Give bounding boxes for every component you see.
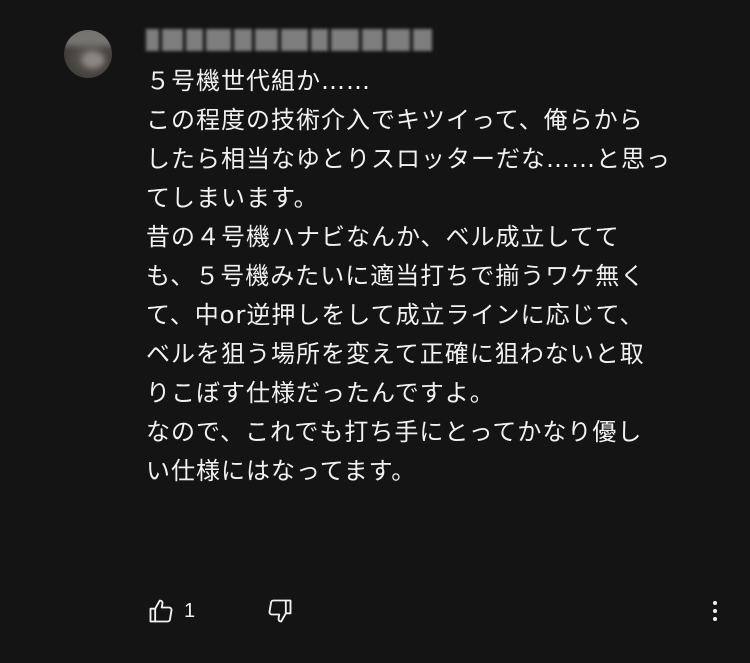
comment-line: て、中or逆押しをして成立ラインに応じて、 [146, 301, 645, 329]
comment-actions: 1 [146, 596, 295, 626]
comment-line: ５号機世代組か…… [146, 67, 371, 95]
more-vertical-icon [713, 609, 717, 613]
comment-line: りこぼす仕様だったんですよ。 [146, 379, 495, 407]
comment-line: も、５号機みたいに適当打ちで揃うワケ無く [146, 262, 646, 290]
comment-line: したら相当なゆとりスロッターだな……と思っ [146, 145, 671, 173]
comment-line: なので、これでも打ち手にとってかなり優し [146, 418, 643, 446]
comment-line: い仕様にはなってます。 [146, 457, 417, 485]
more-vertical-icon [713, 617, 717, 621]
more-vertical-icon [713, 601, 717, 605]
comment-author-name[interactable] [146, 29, 433, 51]
like-count: 1 [184, 599, 196, 622]
like-button[interactable] [146, 596, 176, 626]
thumbs-up-icon [149, 599, 173, 623]
comment-line: この程度の技術介入でキツイって、俺らから [146, 106, 644, 134]
comment-line: てしまいます。 [146, 184, 319, 212]
comment-text: ５号機世代組か…… この程度の技術介入でキツイって、俺らから したら相当なゆとり… [146, 62, 716, 491]
comment-line: ベルを狙う場所を変えて正確に狙わないと取 [146, 340, 645, 368]
comment-line: 昔の４号機ハナビなんか、ベル成立してて [146, 223, 620, 251]
thumbs-down-icon [268, 599, 292, 623]
dislike-button[interactable] [265, 596, 295, 626]
more-options-button[interactable] [700, 596, 730, 626]
comment-avatar[interactable] [64, 30, 112, 78]
